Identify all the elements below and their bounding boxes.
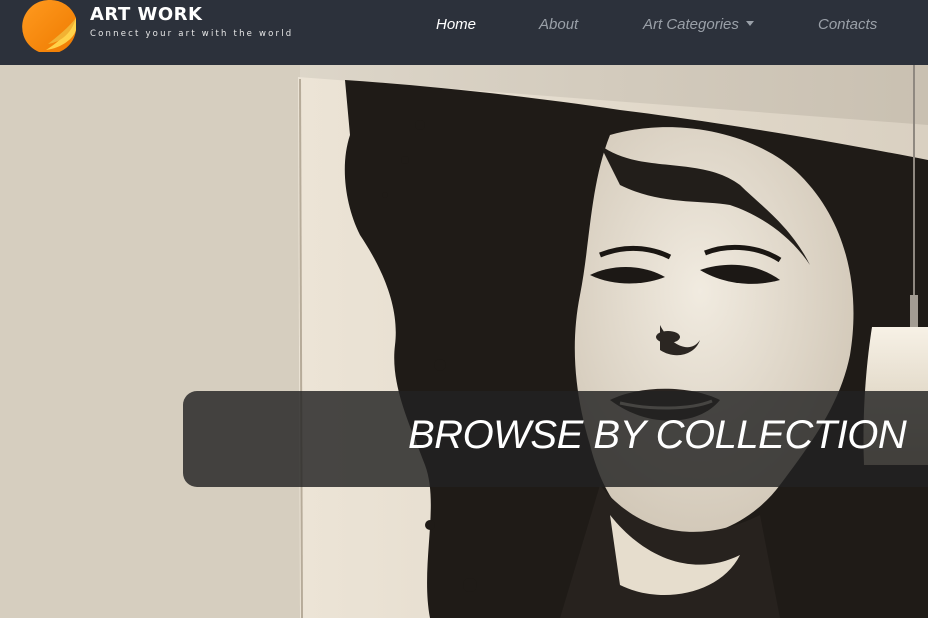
nav-contacts[interactable]: Contacts bbox=[818, 16, 877, 33]
nav-home[interactable]: Home bbox=[436, 16, 476, 33]
page: ART WORK Connect your art with the world… bbox=[0, 0, 928, 618]
brand-title: ART WORK bbox=[90, 4, 203, 25]
nav-art-categories[interactable]: Art Categories bbox=[643, 16, 754, 33]
hero-image bbox=[0, 65, 928, 618]
brand-tagline: Connect your art with the world bbox=[90, 29, 294, 39]
peeling-sticker-logo-icon bbox=[22, 0, 78, 54]
nav-art-categories-label: Art Categories bbox=[643, 16, 739, 33]
chevron-down-icon bbox=[745, 20, 754, 26]
brand-link[interactable]: ART WORK Connect your art with the world bbox=[22, 0, 294, 54]
nav-about[interactable]: About bbox=[539, 16, 578, 33]
portrait-painting-image bbox=[0, 65, 928, 618]
navbar: ART WORK Connect your art with the world… bbox=[0, 0, 928, 65]
hero-banner-title[interactable]: BROWSE BY COLLECTION bbox=[408, 410, 907, 460]
